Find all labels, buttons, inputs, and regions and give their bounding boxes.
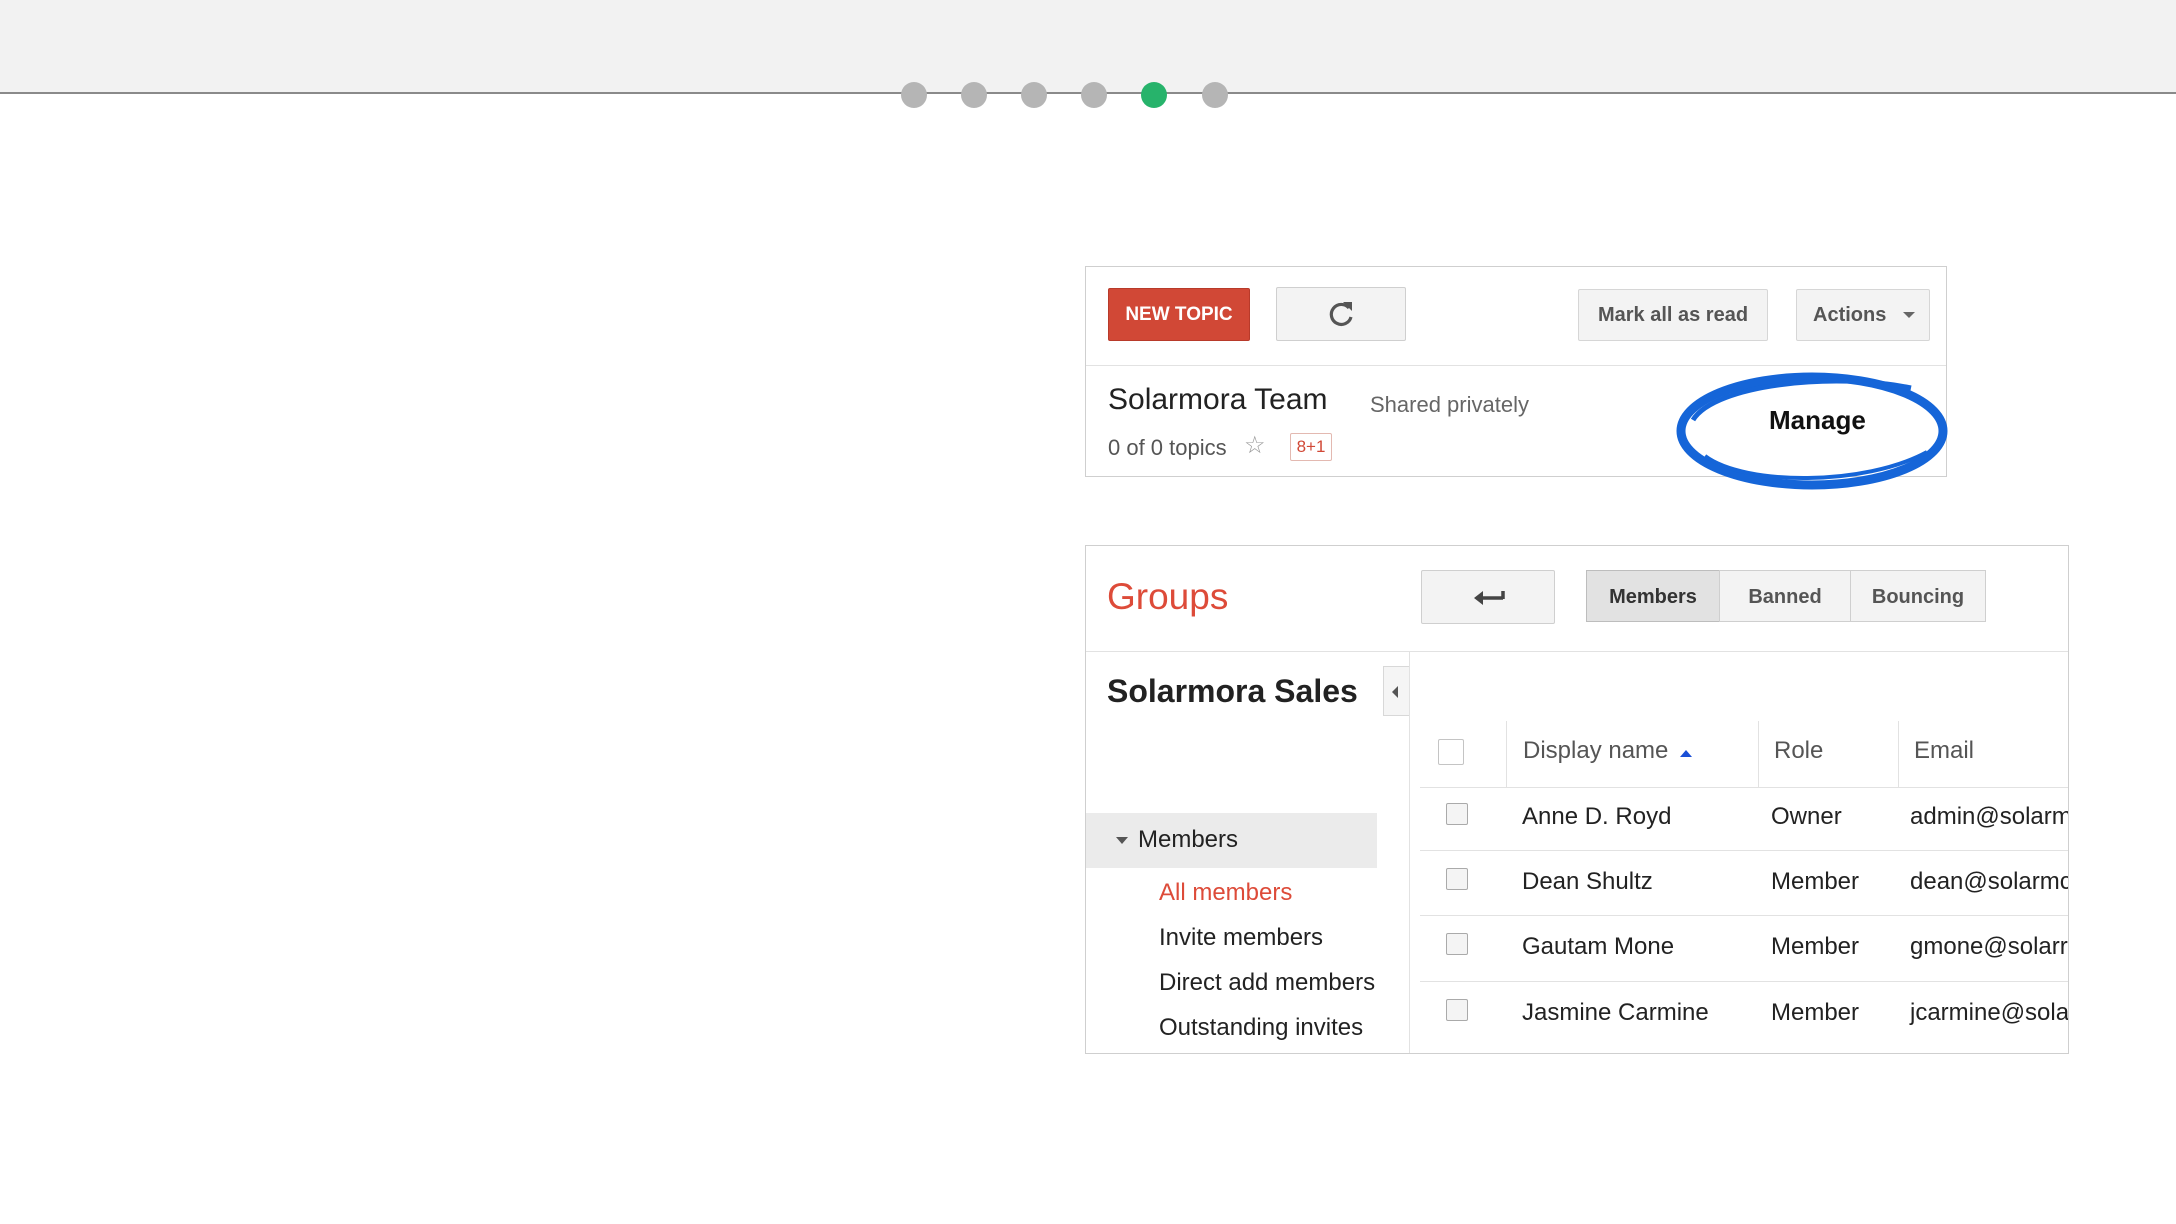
row-checkbox[interactable] (1446, 868, 1468, 890)
pager-dot-3[interactable] (1021, 82, 1047, 108)
sidebar-item-outstanding-invites[interactable]: Outstanding invites (1159, 1014, 1363, 1042)
header-divider (1086, 651, 2068, 652)
select-all-checkbox[interactable] (1438, 739, 1464, 765)
member-role: Member (1771, 933, 1860, 960)
mark-all-read-button[interactable]: Mark all as read (1578, 289, 1768, 341)
sidebar-item-invite-members[interactable]: Invite members (1159, 924, 1323, 952)
member-name[interactable]: Anne D. Royd (1522, 803, 1671, 831)
member-name[interactable]: Jasmine Carmine (1522, 999, 1709, 1027)
pager-dot-1[interactable] (901, 82, 927, 108)
sidebar-item-all-members[interactable]: All members (1159, 879, 1292, 907)
member-name[interactable]: Dean Shultz (1522, 868, 1653, 896)
column-divider (1898, 721, 1899, 787)
pager-dot-2[interactable] (961, 82, 987, 108)
forum-panel: NEW TOPIC Mark all as read Actions Solar… (1085, 266, 1948, 490)
member-role: Owner (1771, 803, 1842, 830)
pager-dot-5-active[interactable] (1141, 82, 1167, 108)
refresh-icon (1329, 302, 1353, 327)
column-header-display-name[interactable]: Display name (1523, 737, 1668, 765)
row-divider (1420, 981, 2068, 982)
sidebar-divider (1409, 652, 1410, 1053)
tab-bouncing[interactable]: Bouncing (1850, 570, 1986, 622)
sharing-status: Shared privately (1370, 392, 1529, 417)
new-topic-button[interactable]: NEW TOPIC (1108, 288, 1250, 341)
tab-banned[interactable]: Banned (1719, 570, 1851, 622)
chevron-down-icon (1116, 837, 1128, 844)
back-button[interactable] (1421, 570, 1555, 624)
slide-pager (0, 82, 2176, 110)
member-role: Member (1771, 868, 1860, 895)
pager-dot-4[interactable] (1081, 82, 1107, 108)
forum-toolbar: NEW TOPIC Mark all as read Actions (1086, 267, 1946, 366)
row-checkbox[interactable] (1446, 933, 1468, 955)
collapse-sidebar-button[interactable] (1383, 666, 1409, 716)
member-name[interactable]: Gautam Mone (1522, 933, 1674, 961)
sidebar-section-members[interactable]: Members (1086, 813, 1377, 868)
member-email: gmone@solarr (1910, 933, 2068, 960)
row-divider (1420, 915, 2068, 916)
back-arrow-icon (1474, 591, 1505, 605)
sidebar-section-label: Members (1138, 826, 1239, 853)
chevron-down-icon (1903, 312, 1915, 318)
column-header-role[interactable]: Role (1774, 737, 1823, 765)
column-divider (1506, 721, 1507, 787)
plus-one-button[interactable]: 8+1 (1290, 433, 1332, 461)
manage-link[interactable]: Manage (1769, 405, 1866, 436)
sort-ascending-icon (1680, 750, 1692, 757)
group-name: Solarmora Sales (1107, 673, 1358, 709)
groups-title[interactable]: Groups (1107, 576, 1228, 618)
row-divider (1420, 850, 2068, 851)
top-band (0, 0, 2176, 94)
column-divider (1758, 721, 1759, 787)
row-checkbox[interactable] (1446, 999, 1468, 1021)
topics-count: 0 of 0 topics (1108, 435, 1227, 460)
refresh-button[interactable] (1276, 287, 1406, 341)
sidebar-item-direct-add-members[interactable]: Direct add members (1159, 969, 1375, 997)
tab-members[interactable]: Members (1586, 570, 1720, 622)
member-email: dean@solarmc (1910, 868, 2069, 895)
member-role: Member (1771, 999, 1860, 1026)
row-checkbox[interactable] (1446, 803, 1468, 825)
actions-label: Actions (1813, 304, 1887, 326)
table-header-divider (1420, 787, 2068, 788)
pager-dot-6[interactable] (1202, 82, 1228, 108)
group-title: Solarmora Team (1108, 383, 1328, 416)
actions-dropdown[interactable]: Actions (1796, 289, 1930, 341)
column-header-email[interactable]: Email (1914, 737, 1974, 765)
groups-admin-panel: Groups Members Banned Bouncing Solarmora… (1085, 545, 2069, 1054)
member-email: admin@solarm (1910, 803, 2069, 830)
member-email: jcarmine@sola (1910, 999, 2069, 1026)
star-icon[interactable]: ☆ (1244, 431, 1266, 460)
